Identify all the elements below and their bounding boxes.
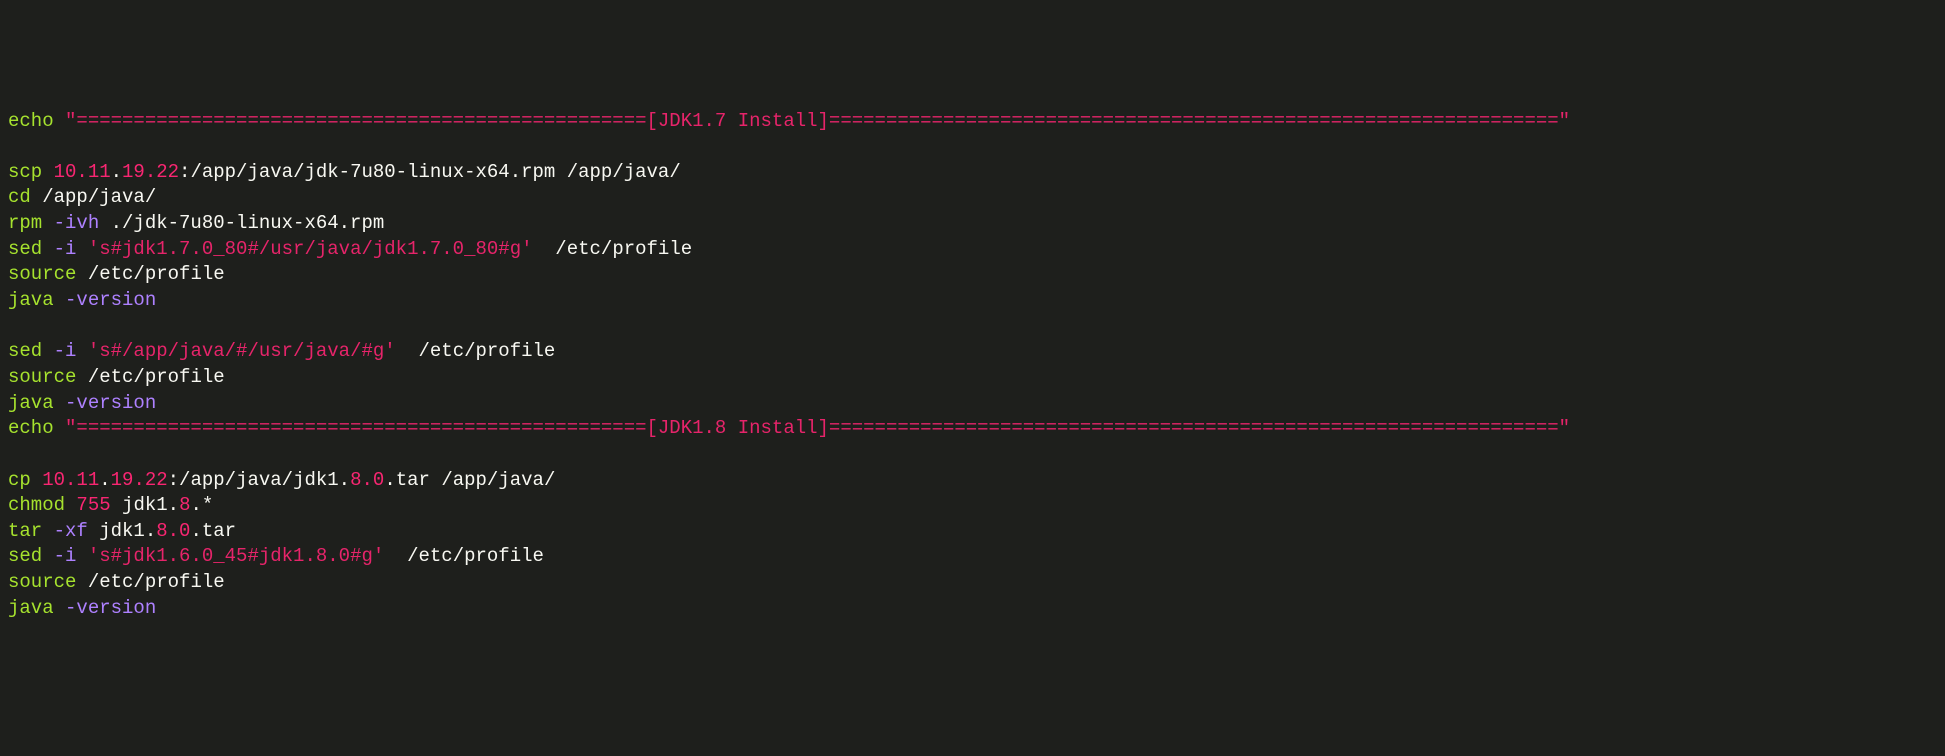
path-token: jdk1. xyxy=(88,520,156,542)
string-token: 's#jdk1.7.0_80#/usr/java/jdk1.7.0_80#g' xyxy=(76,238,532,260)
string-token: 's#jdk1.6.0_45#jdk1.8.0#g' xyxy=(76,545,384,567)
command-token: sed xyxy=(8,238,54,260)
text-token: . xyxy=(99,469,110,491)
command-token: source xyxy=(8,366,76,388)
path-token: /etc/profile xyxy=(533,238,693,260)
number-token: 8.0 xyxy=(156,520,190,542)
command-token: cd xyxy=(8,186,31,208)
path-token: /app/java/ xyxy=(31,186,156,208)
code-line: source /etc/profile xyxy=(8,571,225,593)
path-token: /etc/profile xyxy=(76,263,224,285)
command-token: sed xyxy=(8,545,54,567)
path-token: .tar /app/java/ xyxy=(384,469,555,491)
command-token: java xyxy=(8,597,65,619)
code-line: echo "==================================… xyxy=(8,417,1570,439)
command-token: source xyxy=(8,571,76,593)
path-token: ./jdk-7u80-linux-x64.rpm xyxy=(99,212,384,234)
code-line: rpm -ivh ./jdk-7u80-linux-x64.rpm xyxy=(8,212,384,234)
code-line: tar -xf jdk1.8.0.tar xyxy=(8,520,236,542)
arg-token: -ivh xyxy=(54,212,100,234)
arg-token: -version xyxy=(65,392,156,414)
command-token: cp xyxy=(8,469,42,491)
code-line: scp 10.11.19.22:/app/java/jdk-7u80-linux… xyxy=(8,161,681,183)
arg-token: -version xyxy=(65,289,156,311)
command-token: java xyxy=(8,289,65,311)
path-token: /etc/profile xyxy=(76,366,224,388)
code-line: echo "==================================… xyxy=(8,110,1570,132)
code-line: chmod 755 jdk1.8.* xyxy=(8,494,213,516)
arg-token: -version xyxy=(65,597,156,619)
command-token: java xyxy=(8,392,65,414)
command-token: source xyxy=(8,263,76,285)
code-block: echo "==================================… xyxy=(8,109,1937,622)
text-token: . xyxy=(111,161,122,183)
code-line: sed -i 's#jdk1.6.0_45#jdk1.8.0#g' /etc/p… xyxy=(8,545,544,567)
arg-token: -i xyxy=(54,340,77,362)
path-token: :/app/java/jdk1. xyxy=(168,469,350,491)
number-token: 10.11 xyxy=(54,161,111,183)
arg-token: -i xyxy=(54,238,77,260)
code-line: java -version xyxy=(8,597,156,619)
path-token: .* xyxy=(190,494,213,516)
number-token: 8 xyxy=(179,494,190,516)
path-token: /etc/profile xyxy=(396,340,556,362)
command-token: rpm xyxy=(8,212,54,234)
number-token: 10.11 xyxy=(42,469,99,491)
code-line: java -version xyxy=(8,289,156,311)
number-token: 19.22 xyxy=(111,469,168,491)
path-token: /etc/profile xyxy=(76,571,224,593)
command-token: echo xyxy=(8,417,54,439)
number-token: 755 xyxy=(76,494,110,516)
code-line: sed -i 's#/app/java/#/usr/java/#g' /etc/… xyxy=(8,340,555,362)
code-line: java -version xyxy=(8,392,156,414)
code-line: source /etc/profile xyxy=(8,263,225,285)
number-token: 8.0 xyxy=(350,469,384,491)
command-token: sed xyxy=(8,340,54,362)
path-token: /etc/profile xyxy=(384,545,544,567)
command-token: scp xyxy=(8,161,54,183)
arg-token: -i xyxy=(54,545,77,567)
code-line: source /etc/profile xyxy=(8,366,225,388)
command-token: chmod xyxy=(8,494,76,516)
command-token: echo xyxy=(8,110,54,132)
command-token: tar xyxy=(8,520,54,542)
path-token: .tar xyxy=(190,520,236,542)
code-line: sed -i 's#jdk1.7.0_80#/usr/java/jdk1.7.0… xyxy=(8,238,692,260)
string-token: "=======================================… xyxy=(54,110,1570,132)
string-token: "=======================================… xyxy=(54,417,1570,439)
string-token: 's#/app/java/#/usr/java/#g' xyxy=(76,340,395,362)
code-line: cd /app/java/ xyxy=(8,186,156,208)
arg-token: -xf xyxy=(54,520,88,542)
code-line: cp 10.11.19.22:/app/java/jdk1.8.0.tar /a… xyxy=(8,469,555,491)
path-token: :/app/java/jdk-7u80-linux-x64.rpm /app/j… xyxy=(179,161,681,183)
number-token: 19.22 xyxy=(122,161,179,183)
path-token: jdk1. xyxy=(111,494,179,516)
